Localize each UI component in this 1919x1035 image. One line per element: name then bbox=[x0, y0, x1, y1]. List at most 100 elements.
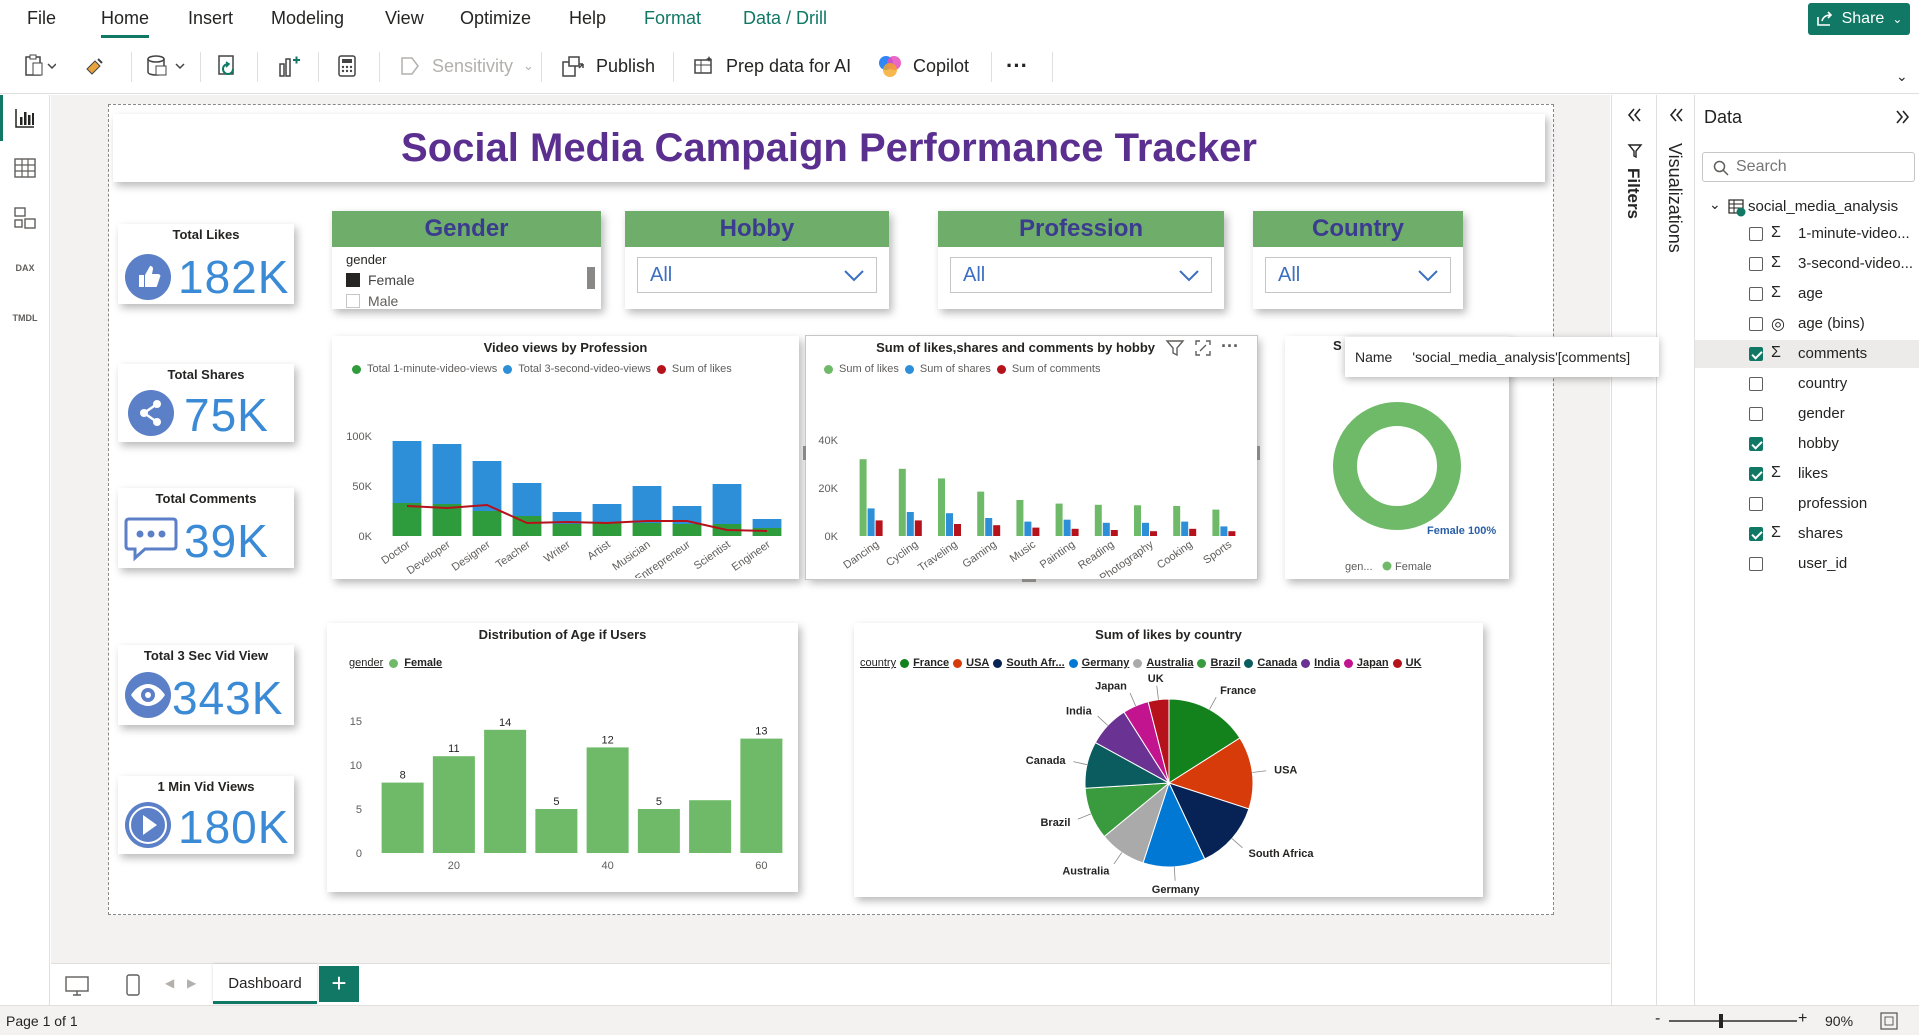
field-likes[interactable]: Σlikes bbox=[1695, 460, 1919, 488]
tab-view[interactable]: View bbox=[385, 8, 424, 29]
field-user-id[interactable]: user_id bbox=[1695, 550, 1919, 578]
copilot-button[interactable]: Copilot bbox=[877, 48, 969, 84]
report-page[interactable]: Social Media Campaign Performance Tracke… bbox=[108, 104, 1659, 915]
refresh-button[interactable] bbox=[216, 48, 240, 84]
zoom-out-button[interactable]: - bbox=[1655, 1010, 1660, 1028]
resize-handle[interactable] bbox=[1257, 446, 1260, 460]
bar bbox=[867, 508, 875, 536]
dax-query-view-icon[interactable]: DAX bbox=[12, 255, 38, 281]
chevrons-left-icon[interactable] bbox=[1668, 107, 1684, 123]
country-dropdown[interactable]: All bbox=[1265, 257, 1451, 293]
new-visual-button[interactable] bbox=[276, 48, 300, 84]
slicer-title: Profession bbox=[938, 211, 1224, 247]
field-shares[interactable]: Σshares bbox=[1695, 520, 1919, 548]
get-data-button[interactable] bbox=[146, 48, 188, 84]
fit-to-page-icon[interactable] bbox=[1880, 1012, 1898, 1030]
field-profession[interactable]: profession bbox=[1695, 490, 1919, 518]
publish-button[interactable]: Publish bbox=[560, 48, 655, 84]
filters-label[interactable]: Filters bbox=[1623, 168, 1643, 219]
focus-mode-icon[interactable] bbox=[1194, 339, 1212, 357]
field-gender[interactable]: gender bbox=[1695, 400, 1919, 428]
tab-insert[interactable]: Insert bbox=[188, 8, 233, 29]
checkbox-unchecked[interactable] bbox=[1749, 557, 1763, 571]
filter-icon[interactable] bbox=[1165, 338, 1185, 358]
tab-help[interactable]: Help bbox=[569, 8, 606, 29]
chevron-down-icon[interactable]: ⌄ bbox=[1896, 68, 1908, 85]
chevron-down-icon[interactable]: ⌄ bbox=[1709, 196, 1721, 213]
checkbox-unchecked[interactable] bbox=[1749, 257, 1763, 271]
hobby-dropdown[interactable]: All bbox=[637, 257, 877, 293]
next-page-icon[interactable]: ▶ bbox=[187, 976, 196, 990]
profession-slicer[interactable]: Profession All bbox=[938, 211, 1224, 309]
age-distribution-chart[interactable]: Distribution of Age if Users gender Fema… bbox=[327, 623, 798, 892]
checkbox-checked[interactable] bbox=[1749, 527, 1763, 541]
likes-by-country-pie-chart[interactable]: Sum of likes by country country France US… bbox=[854, 623, 1483, 897]
checkbox-checked[interactable] bbox=[1749, 437, 1763, 451]
chevrons-left-icon[interactable] bbox=[1626, 107, 1642, 123]
data-label: Female 100% bbox=[1427, 525, 1496, 537]
field-comments[interactable]: Σcomments bbox=[1695, 340, 1919, 368]
bar bbox=[906, 512, 914, 536]
tab-format[interactable]: Format bbox=[644, 8, 701, 29]
chevrons-right-icon[interactable] bbox=[1895, 109, 1911, 125]
hobby-slicer[interactable]: Hobby All bbox=[625, 211, 889, 309]
field-age-bins-[interactable]: ◎ age (bins) bbox=[1695, 310, 1919, 338]
prep-data-for-ai-button[interactable]: Prep data for AI bbox=[692, 48, 851, 84]
field-1-minute-video-[interactable]: Σ 1-minute-video... bbox=[1695, 220, 1919, 248]
tab-optimize[interactable]: Optimize bbox=[460, 8, 531, 29]
resize-handle[interactable] bbox=[803, 446, 806, 460]
checkbox-unchecked[interactable] bbox=[346, 294, 360, 308]
chart-title: Video views by Profession bbox=[483, 340, 648, 355]
page-tab-dashboard[interactable]: Dashboard bbox=[213, 964, 317, 1004]
checkbox-unchecked[interactable] bbox=[1749, 377, 1763, 391]
profession-dropdown[interactable]: All bbox=[950, 257, 1212, 293]
desktop-layout-icon[interactable] bbox=[64, 975, 90, 997]
checkbox-unchecked[interactable] bbox=[1749, 497, 1763, 511]
prev-page-icon[interactable]: ◀ bbox=[165, 976, 174, 990]
checkbox-unchecked[interactable] bbox=[1749, 407, 1763, 421]
field-hobby[interactable]: hobby bbox=[1695, 430, 1919, 458]
resize-handle[interactable] bbox=[1022, 579, 1036, 582]
checkbox-checked[interactable] bbox=[1749, 347, 1763, 361]
table-view-icon[interactable] bbox=[12, 155, 38, 181]
slicer-option-male[interactable]: Male bbox=[346, 293, 398, 309]
tab-data-drill[interactable]: Data / Drill bbox=[743, 8, 827, 29]
video-views-by-profession-chart[interactable]: Video views by Profession Total 1-minute… bbox=[332, 336, 799, 579]
report-view-icon[interactable] bbox=[12, 105, 38, 131]
add-page-button[interactable]: + bbox=[319, 966, 359, 1002]
checkbox-unchecked[interactable] bbox=[1749, 227, 1763, 241]
new-measure-button[interactable] bbox=[336, 48, 358, 84]
mobile-layout-icon[interactable] bbox=[125, 973, 141, 997]
table-node[interactable]: ⌄ social_media_analysis bbox=[1695, 195, 1919, 221]
likes-shares-comments-by-hobby-chart[interactable]: Sum of likes,shares and comments by hobb… bbox=[803, 335, 1260, 582]
country-slicer[interactable]: Country All bbox=[1253, 211, 1463, 309]
scrollbar[interactable] bbox=[587, 267, 595, 289]
search-input[interactable] bbox=[1736, 157, 1906, 177]
paste-button[interactable] bbox=[24, 48, 56, 84]
tmdl-view-icon[interactable]: TMDL bbox=[12, 305, 38, 331]
checkbox-checked[interactable] bbox=[346, 273, 360, 287]
search-field[interactable] bbox=[1702, 152, 1915, 182]
format-painter-button[interactable] bbox=[84, 48, 106, 84]
checkbox-checked[interactable] bbox=[1749, 467, 1763, 481]
gender-slicer[interactable]: Gender gender Female Male bbox=[332, 211, 601, 309]
field-country[interactable]: country bbox=[1695, 370, 1919, 398]
zoom-slider[interactable] bbox=[1669, 1020, 1797, 1022]
share-button[interactable]: Share ⌄ bbox=[1808, 3, 1910, 35]
visualizations-label[interactable]: Visualizations bbox=[1664, 143, 1685, 253]
prep-data-label: Prep data for AI bbox=[726, 55, 852, 76]
tab-home[interactable]: Home bbox=[101, 8, 150, 38]
more-options-button[interactable]: ··· bbox=[1221, 336, 1239, 357]
tab-modeling[interactable]: Modeling bbox=[271, 8, 344, 29]
slicer-option-female[interactable]: Female bbox=[346, 272, 415, 288]
zoom-in-button[interactable]: + bbox=[1798, 1010, 1807, 1028]
checkbox-unchecked[interactable] bbox=[1749, 287, 1763, 301]
model-view-icon[interactable] bbox=[12, 205, 38, 231]
field-3-second-video-[interactable]: Σ 3-second-video... bbox=[1695, 250, 1919, 278]
checkbox-unchecked[interactable] bbox=[1749, 317, 1763, 331]
field-age[interactable]: Σage bbox=[1695, 280, 1919, 308]
zoom-slider-thumb[interactable] bbox=[1719, 1014, 1723, 1028]
more-options-button[interactable]: ··· bbox=[1006, 48, 1028, 84]
tab-file[interactable]: File bbox=[27, 8, 56, 29]
sensitivity-button[interactable]: Sensitivity ⌄ bbox=[398, 48, 534, 84]
